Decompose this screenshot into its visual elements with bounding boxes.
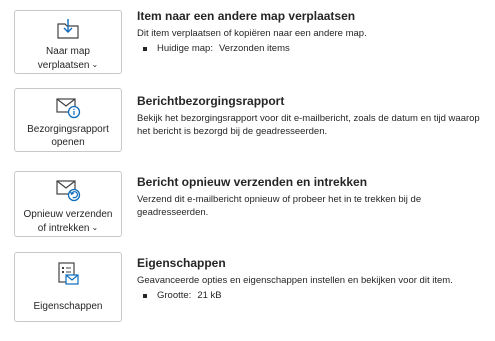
- delivery-button-label-line2: openen: [51, 137, 85, 148]
- move-description: Item naar een andere map verplaatsen Dit…: [137, 9, 489, 55]
- move-text: Dit item verplaatsen of kopiëren naar ee…: [137, 28, 367, 39]
- mail-resend-icon: [55, 178, 81, 202]
- folder-move-icon: [55, 17, 81, 41]
- current-folder-info: Huidige map: Verzonden items: [137, 42, 489, 55]
- resend-recall-description: Bericht opnieuw verzenden en intrekken V…: [137, 175, 489, 219]
- chevron-down-icon: ⌄: [91, 60, 99, 69]
- resend-recall-text: Verzend dit e-mailbericht opnieuw of pro…: [137, 194, 422, 218]
- bullet-icon: [143, 293, 147, 298]
- properties-button[interactable]: Eigenschappen: [14, 252, 122, 322]
- properties-text: Geavanceerde opties en eigenschappen ins…: [137, 275, 453, 286]
- delivery-button-label-line1: Bezorgingsrapport: [27, 124, 109, 135]
- move-to-folder-button[interactable]: Naar map verplaatsen ⌄: [14, 10, 122, 74]
- delivery-report-title: Berichtbezorgingsrapport: [137, 94, 285, 108]
- delivery-report-text: Bekijk het bezorgingsrapport voor dit e-…: [137, 113, 480, 137]
- properties-button-label: Eigenschappen: [33, 301, 103, 312]
- properties-icon: [55, 262, 81, 286]
- resend-or-recall-button[interactable]: Opnieuw verzenden of intrekken ⌄: [14, 171, 122, 237]
- size-value: 21 kB: [197, 290, 222, 301]
- move-button-label-line1: Naar map: [46, 46, 90, 57]
- size-label: Grootte:: [157, 290, 192, 301]
- resend-button-label-line2: of intrekken: [37, 223, 90, 234]
- properties-title: Eigenschappen: [137, 256, 226, 270]
- resend-button-label-line1: Opnieuw verzenden: [23, 209, 113, 220]
- open-delivery-report-button[interactable]: Bezorgingsrapport openen: [14, 88, 122, 152]
- resend-recall-title: Bericht opnieuw verzenden en intrekken: [137, 175, 368, 189]
- delivery-report-description: Berichtbezorgingsrapport Bekijk het bezo…: [137, 94, 489, 138]
- current-folder-label: Huidige map:: [157, 43, 213, 54]
- current-folder-value: Verzonden items: [218, 43, 290, 54]
- properties-description: Eigenschappen Geavanceerde opties en eig…: [137, 256, 489, 302]
- move-button-label-line2: verplaatsen: [37, 60, 90, 71]
- move-title: Item naar een andere map verplaatsen: [137, 9, 356, 23]
- bullet-icon: [143, 46, 147, 51]
- mail-info-icon: [55, 95, 81, 119]
- size-info: Grootte: 21 kB: [137, 289, 489, 302]
- chevron-down-icon: ⌄: [91, 223, 99, 232]
